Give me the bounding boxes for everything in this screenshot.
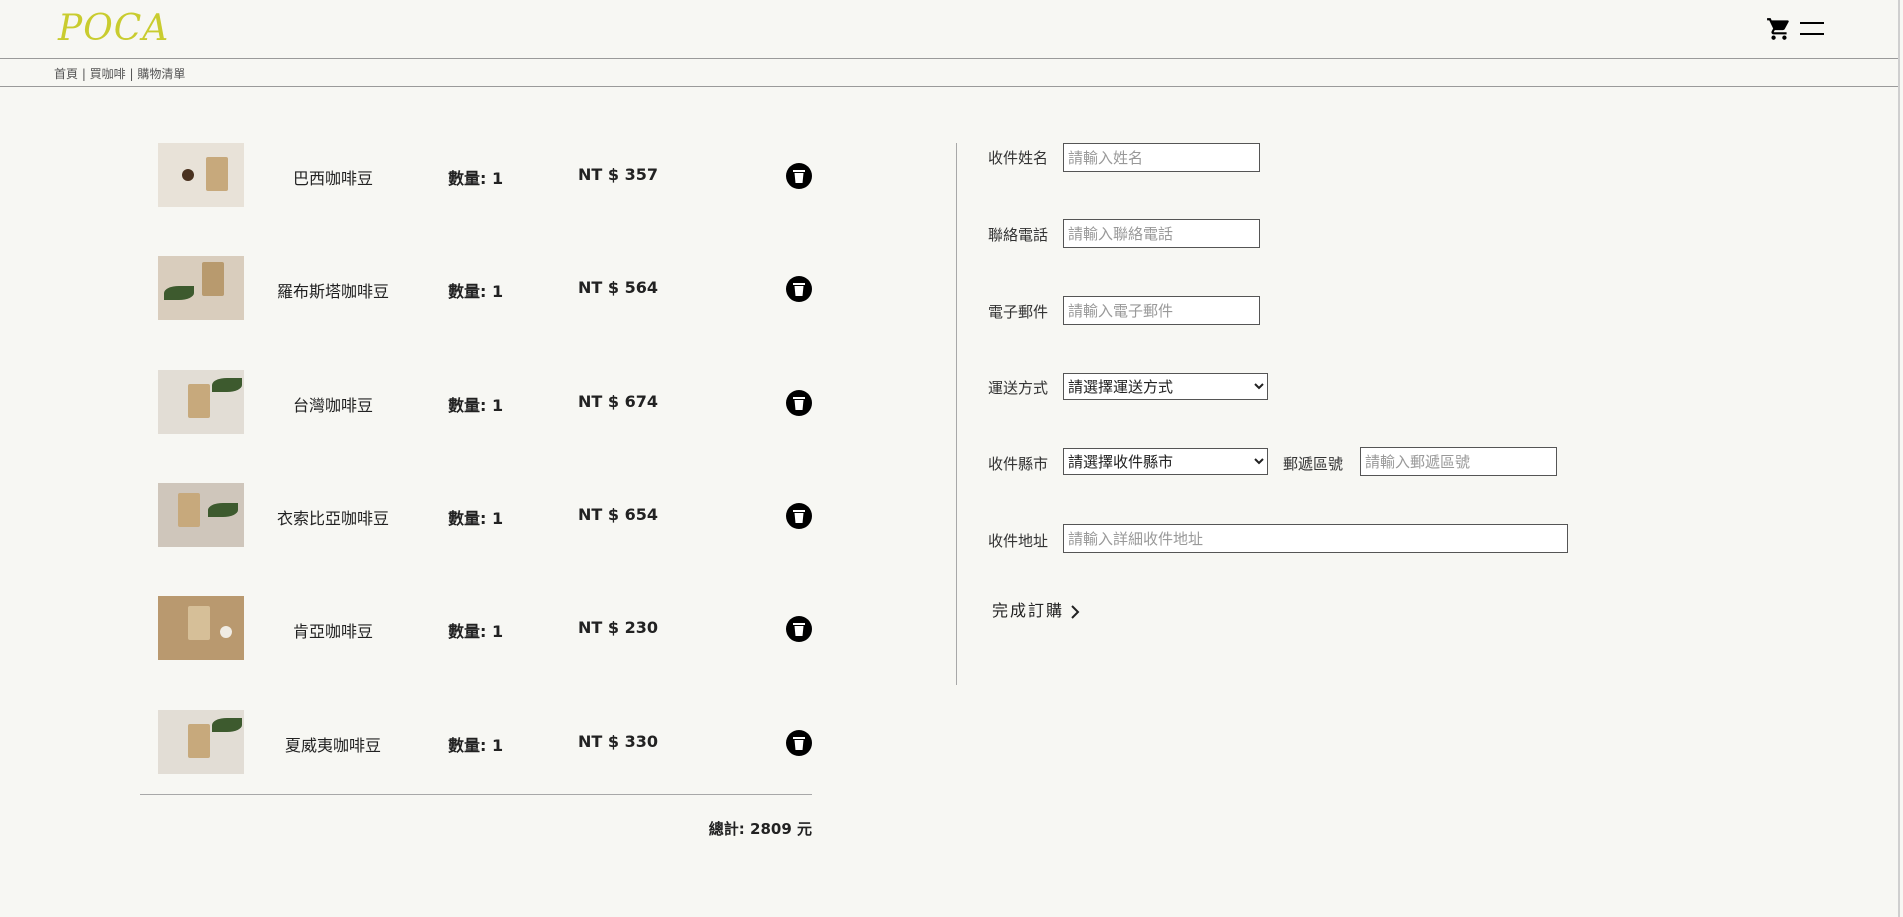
delete-button[interactable] — [786, 730, 812, 756]
cart-icon[interactable] — [1766, 16, 1792, 42]
product-image — [158, 256, 244, 320]
product-image — [158, 483, 244, 547]
address-label: 收件地址 — [988, 532, 1049, 550]
cart-item: 巴西咖啡豆 數量: 1 NT $ 357 — [158, 143, 812, 207]
product-price: NT $ 674 — [578, 392, 658, 411]
product-image — [158, 143, 244, 207]
delete-button[interactable] — [786, 503, 812, 529]
product-image — [158, 710, 244, 774]
product-image — [158, 370, 244, 434]
product-quantity: 數量: 1 — [448, 396, 504, 415]
product-name: 衣索比亞咖啡豆 — [276, 509, 389, 528]
product-name: 羅布斯塔咖啡豆 — [276, 282, 389, 301]
trash-icon — [793, 623, 805, 636]
cart-item: 肯亞咖啡豆 數量: 1 NT $ 230 — [158, 596, 812, 660]
product-price: NT $ 230 — [578, 618, 658, 637]
product-price: NT $ 357 — [578, 165, 658, 184]
trash-icon — [793, 510, 805, 523]
product-name: 肯亞咖啡豆 — [292, 622, 373, 641]
product-price: NT $ 654 — [578, 505, 658, 524]
breadcrumb-text[interactable]: 首頁 | 買咖啡 | 購物清單 — [54, 65, 185, 82]
trash-icon — [793, 170, 805, 183]
submit-order-button[interactable]: 完成訂購 — [992, 597, 1080, 621]
shipping-select[interactable]: 請選擇運送方式 — [1063, 373, 1268, 400]
site-header: POCA — [0, 0, 1900, 59]
submit-order-label: 完成訂購 — [992, 601, 1065, 620]
product-quantity: 數量: 1 — [448, 736, 504, 755]
zip-label: 郵遞區號 — [1283, 455, 1344, 473]
city-label: 收件縣市 — [988, 455, 1049, 473]
product-price: NT $ 564 — [578, 278, 658, 297]
address-input[interactable] — [1063, 524, 1568, 553]
product-name: 夏威夷咖啡豆 — [284, 736, 381, 755]
cart-item: 衣索比亞咖啡豆 數量: 1 NT $ 654 — [158, 483, 812, 547]
scrollbar[interactable] — [1898, 0, 1900, 917]
product-quantity: 數量: 1 — [448, 169, 504, 188]
delete-button[interactable] — [786, 276, 812, 302]
cart-item: 夏威夷咖啡豆 數量: 1 NT $ 330 — [158, 710, 812, 774]
cart-item: 台灣咖啡豆 數量: 1 NT $ 674 — [158, 370, 812, 434]
delete-button[interactable] — [786, 616, 812, 642]
shipping-label: 運送方式 — [988, 379, 1049, 397]
trash-icon — [793, 737, 805, 750]
product-image — [158, 596, 244, 660]
product-quantity: 數量: 1 — [448, 282, 504, 301]
zip-input[interactable] — [1360, 447, 1557, 476]
product-quantity: 數量: 1 — [448, 622, 504, 641]
email-label: 電子郵件 — [988, 303, 1049, 321]
logo[interactable]: POCA — [58, 8, 169, 49]
breadcrumb: 首頁 | 買咖啡 | 購物清單 — [0, 59, 1900, 87]
product-quantity: 數量: 1 — [448, 509, 504, 528]
cart-total: 總計: 2809 元 — [708, 820, 812, 838]
name-label: 收件姓名 — [988, 149, 1049, 167]
product-name: 台灣咖啡豆 — [292, 396, 373, 415]
phone-input[interactable] — [1063, 219, 1260, 248]
city-select[interactable]: 請選擇收件縣市 — [1063, 448, 1268, 475]
total-divider — [140, 794, 812, 795]
menu-icon[interactable] — [1800, 19, 1824, 39]
delete-button[interactable] — [786, 163, 812, 189]
phone-label: 聯絡電話 — [988, 226, 1049, 244]
email-input[interactable] — [1063, 296, 1260, 325]
trash-icon — [793, 283, 805, 296]
trash-icon — [793, 397, 805, 410]
name-input[interactable] — [1063, 143, 1260, 172]
product-price: NT $ 330 — [578, 732, 658, 751]
chevron-right-icon — [1071, 604, 1080, 619]
column-divider — [956, 143, 957, 685]
product-name: 巴西咖啡豆 — [292, 169, 373, 188]
cart-item: 羅布斯塔咖啡豆 數量: 1 NT $ 564 — [158, 256, 812, 320]
delete-button[interactable] — [786, 390, 812, 416]
